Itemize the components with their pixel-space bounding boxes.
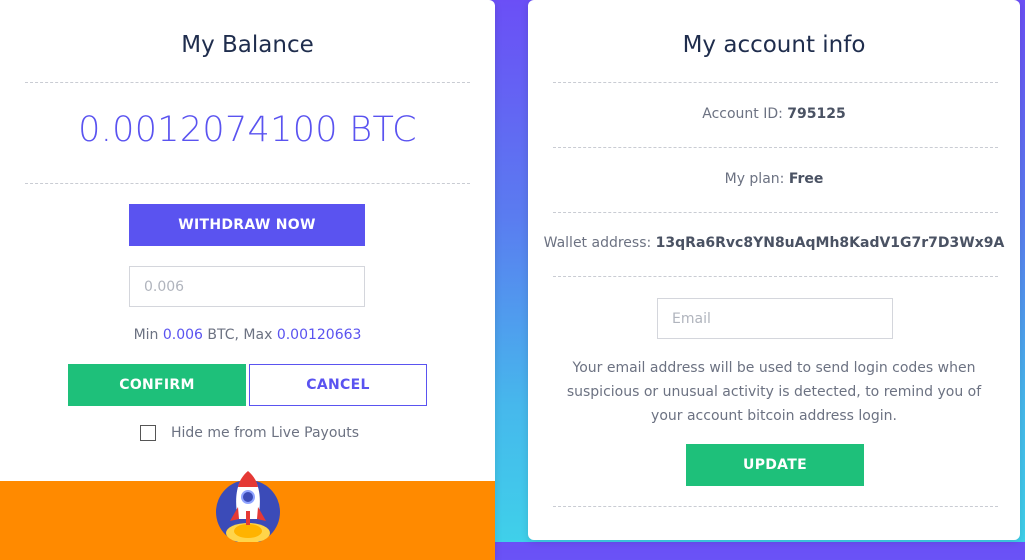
hide-payouts-option[interactable]: Hide me from Live Payouts <box>140 425 359 441</box>
balance-card: My Balance 0.0012074100 BTC WITHDRAW NOW… <box>0 0 495 560</box>
withdraw-now-button[interactable]: WITHDRAW NOW <box>129 204 365 246</box>
withdraw-amount-input[interactable]: 0.006 <box>129 266 365 307</box>
min-value: 0.006 <box>162 327 203 343</box>
wallet-label: Wallet address: <box>543 235 652 251</box>
plan-row: My plan: Free <box>528 171 1020 187</box>
wallet-row: Wallet address: 13qRa6Rvc8YN8uAqMh8KadV1… <box>528 235 1020 251</box>
hide-payouts-checkbox[interactable] <box>140 425 156 441</box>
divider <box>553 276 998 277</box>
hide-payouts-label: Hide me from Live Payouts <box>171 425 360 441</box>
email-description: Your email address will be used to send … <box>566 360 982 424</box>
confirm-button[interactable]: CONFIRM <box>68 364 246 406</box>
balance-card-title: My Balance <box>181 32 314 58</box>
update-button[interactable]: UPDATE <box>686 444 864 486</box>
plan-label: My plan: <box>724 171 785 187</box>
email-field[interactable]: Email <box>657 298 893 339</box>
max-value: 0.00120663 <box>276 327 362 343</box>
account-card-title: My account info <box>682 32 866 58</box>
account-id-row: Account ID: 795125 <box>528 106 1020 122</box>
account-id-value: 795125 <box>787 106 846 122</box>
divider <box>553 147 998 148</box>
divider <box>25 183 470 184</box>
divider <box>553 82 998 83</box>
divider <box>553 212 998 213</box>
max-label: BTC, Max <box>202 327 277 343</box>
cancel-button[interactable]: CANCEL <box>249 364 427 406</box>
plan-value: Free <box>788 171 824 187</box>
balance-amount: 0.0012074100 BTC <box>78 110 417 150</box>
account-id-label: Account ID: <box>702 106 783 122</box>
account-info-card: My account info Account ID: 795125 My pl… <box>528 0 1020 540</box>
withdraw-limits: Min 0.006 BTC, Max 0.00120663 <box>0 327 495 343</box>
divider <box>25 82 470 83</box>
wallet-address: 13qRa6Rvc8YN8uAqMh8KadV1G7r7D3Wx9A <box>655 235 1005 251</box>
min-label: Min <box>133 327 163 343</box>
rocket-icon <box>216 471 280 542</box>
divider <box>553 506 998 507</box>
